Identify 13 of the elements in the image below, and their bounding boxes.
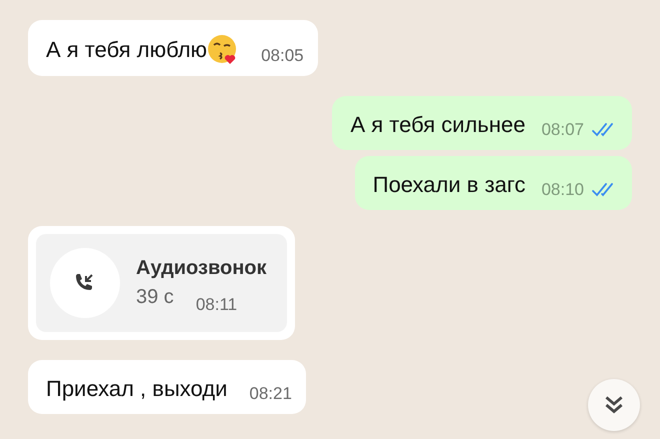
call-title: Аудиозвонок [136, 257, 267, 280]
message-text: Приехал , выходи [46, 375, 228, 403]
message-text: Поехали в загс [372, 171, 526, 199]
scroll-down-button[interactable] [588, 379, 640, 431]
call-duration: 39 с [136, 286, 174, 309]
message-text: А я тебя люблю [46, 36, 208, 64]
message-time: 08:05 [261, 46, 304, 66]
message-time: 08:11 [196, 295, 238, 315]
call-card[interactable]: Аудиозвонок 39 с 08:11 [36, 234, 287, 332]
message-time: 08:21 [249, 384, 292, 404]
message-text: А я тебя сильнее [350, 111, 526, 139]
message-time: 08:07 [541, 120, 584, 140]
message-time: 08:10 [541, 180, 584, 200]
